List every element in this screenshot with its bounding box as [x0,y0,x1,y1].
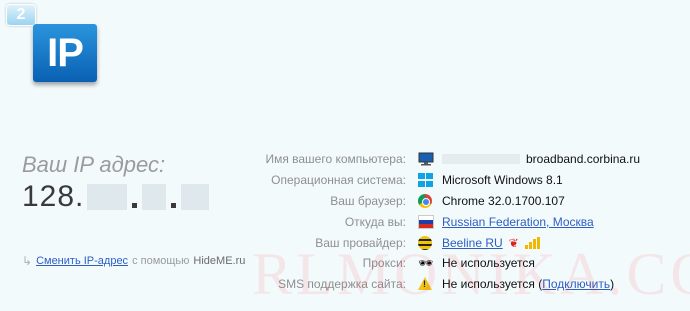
ip-dot-2 [171,203,177,208]
ip-address-prefix: 128. [22,180,85,213]
change-ip-row: ↳ Сменить IP-адрес с помощью HideME.ru [22,254,245,268]
computer-name-label: Имя вашего компьютера: [265,152,406,167]
info-row-os: Операционная система: Microsoft Windows … [240,170,680,191]
mobile-icon: ❦ [508,235,519,250]
chrome-icon [418,193,434,208]
browser-value: Chrome 32.0.1700.107 [442,193,565,208]
monitor-icon [418,152,434,166]
browser-label: Ваш браузер: [330,193,406,208]
ip-mask-3 [181,184,210,210]
return-arrow-icon: ↳ [22,254,33,268]
info-row-computer-name: Имя вашего компьютера: broadband.corbina… [240,149,680,170]
change-ip-brand: HideME.ru [193,255,246,267]
warning-icon [418,277,434,291]
ip-address-value: 128. [22,180,212,214]
glasses-icon: 🕶 [418,256,434,271]
ip-mask-1 [87,184,128,210]
provider-link[interactable]: Beeline RU [442,236,503,250]
sms-close-paren: ) [610,277,615,292]
logo-ip-tile: IP [33,24,97,82]
signal-strength-icon [524,236,540,249]
info-row-proxy: Прокси: 🕶 Не используется [240,253,680,274]
os-value: Microsoft Windows 8.1 [442,173,563,188]
computer-name-value: broadband.corbina.ru [442,152,640,166]
info-row-browser: Ваш браузер: Chrome 32.0.1700.107 [240,191,680,212]
ip-mask-2 [142,184,167,210]
your-ip-label: Ваш IP адрес: [22,152,166,177]
beeline-icon [418,235,434,250]
logo-badge: 2 [6,4,36,26]
location-label: Откуда вы: [344,214,406,229]
computer-name-text: broadband.corbina.ru [526,152,641,167]
sms-label: SMS поддержка сайта: [278,277,406,292]
site-logo[interactable]: 2 IP [0,0,100,90]
proxy-label: Прокси: [362,256,406,271]
info-row-provider: Ваш провайдер: Beeline RU ❦ [240,232,680,253]
russia-flag-icon [418,214,434,229]
location-link[interactable]: Russian Federation, Москва [442,215,594,229]
connection-info-table: Имя вашего компьютера: broadband.corbina… [240,149,680,295]
ip-dot-1 [132,203,138,208]
change-ip-link[interactable]: Сменить IP-адрес [36,255,128,267]
hostname-mask [442,154,520,165]
sms-value: Не используется ( [442,277,543,292]
info-row-sms: SMS поддержка сайта: Не используется (По… [240,274,680,295]
proxy-value: Не используется [442,256,535,271]
windows-icon [418,173,434,187]
info-row-location: Откуда вы: Russian Federation, Москва [240,211,680,232]
provider-label: Ваш провайдер: [315,235,406,250]
change-ip-suffix: с помощью [132,255,190,267]
os-label: Операционная система: [271,173,406,188]
sms-connect-link[interactable]: Подключить [542,277,610,291]
